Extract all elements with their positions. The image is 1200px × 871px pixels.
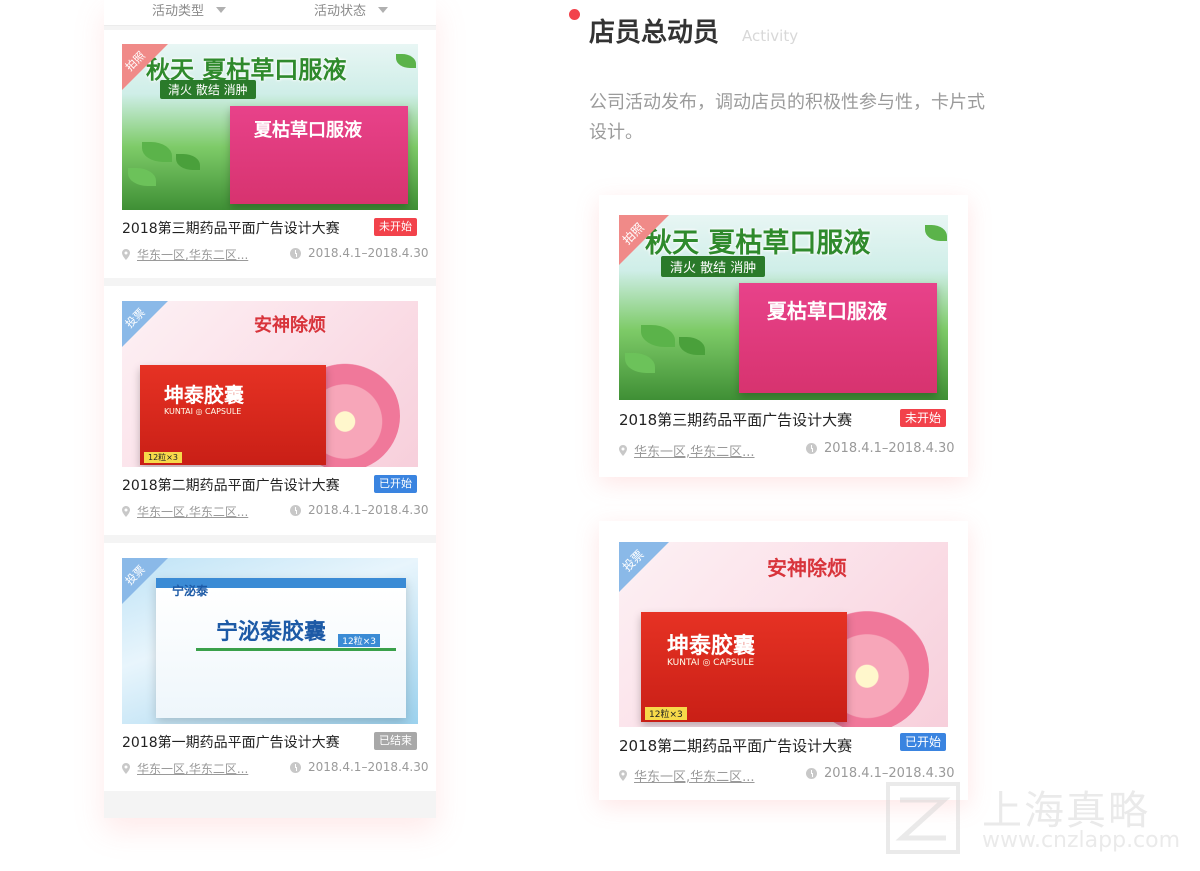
- poster-headline: 安神除烦: [254, 315, 326, 336]
- activity-poster-image: 秋天 夏枯草口服液 清火 散结 消肿 夏枯草口服液 拍照: [619, 215, 948, 400]
- product-box: 坤泰胶囊 KUNTAI ◎ CAPSULE 12粒×3: [641, 612, 847, 722]
- clock-icon: [806, 768, 817, 779]
- product-box-label: 坤泰胶囊: [667, 634, 756, 659]
- product-box: 夏枯草口服液: [739, 283, 937, 393]
- activity-location[interactable]: 华东一区,华东二区...: [619, 441, 755, 460]
- section-description: 公司活动发布，调动店员的积极性参与性，卡片式设计。: [589, 92, 985, 143]
- clock-icon: [290, 247, 301, 259]
- filter-activity-type[interactable]: 活动类型: [152, 0, 227, 19]
- filter-activity-type-label: 活动类型: [152, 4, 205, 19]
- activity-title: 2018第三期药品平面广告设计大赛: [122, 221, 340, 237]
- product-box-label: 夏枯草口服液: [254, 120, 362, 141]
- location-pin-icon: [122, 763, 130, 774]
- product-box: 宁泌泰 宁泌泰胶囊 12粒×3: [156, 578, 406, 718]
- date-text: 2018.4.1–2018.4.30: [824, 441, 955, 456]
- activity-title: 2018第一期药品平面广告设计大赛: [122, 735, 340, 751]
- location-text: 华东一区,华东二区...: [137, 762, 249, 776]
- section-title: 店员总动员: [589, 18, 720, 48]
- poster-subheadline: 清火 散结 消肿: [661, 256, 766, 277]
- product-box: 夏枯草口服液: [230, 106, 408, 204]
- date-text: 2018.4.1–2018.4.30: [308, 503, 429, 517]
- status-badge: 未开始: [374, 218, 417, 236]
- activity-poster-image: 宁泌泰 宁泌泰胶囊 12粒×3 投票: [122, 558, 418, 724]
- watermark: 上海真略 www.cnzlapp.com: [882, 778, 1182, 858]
- activity-title: 2018第二期药品平面广告设计大赛: [122, 478, 340, 494]
- leaf-decoration: [176, 154, 200, 170]
- date-text: 2018.4.1–2018.4.30: [308, 760, 429, 774]
- featured-activity-card[interactable]: 安神除烦 坤泰胶囊 KUNTAI ◎ CAPSULE 12粒×3 投票 2018…: [599, 521, 968, 800]
- product-count: 12粒×3: [645, 707, 687, 720]
- product-box-label: 夏枯草口服液: [767, 299, 887, 323]
- product-box-label: 坤泰胶囊: [164, 383, 244, 407]
- activity-poster-image: 安神除烦 坤泰胶囊 KUNTAI ◎ CAPSULE 12粒×3 投票: [122, 301, 418, 467]
- leaf-decoration: [925, 225, 947, 241]
- poster-headline: 安神除烦: [767, 556, 847, 580]
- location-pin-icon: [122, 249, 130, 260]
- location-text: 华东一区,华东二区...: [634, 770, 755, 785]
- poster-headline: 秋天 夏枯草口服液: [645, 228, 871, 259]
- caret-down-icon: [378, 6, 389, 13]
- leaf-decoration: [625, 353, 655, 373]
- filter-activity-status[interactable]: 活动状态: [314, 0, 389, 19]
- clock-icon: [290, 504, 301, 516]
- product-box-sublabel: KUNTAI ◎ CAPSULE: [164, 407, 242, 416]
- clock-icon: [806, 443, 817, 454]
- status-badge: 未开始: [900, 409, 947, 427]
- date-text: 2018.4.1–2018.4.30: [308, 246, 429, 260]
- section-subtitle: Activity: [742, 27, 799, 45]
- section-accent-dot: [569, 9, 580, 20]
- product-count: 12粒×3: [144, 452, 182, 463]
- leaf-decoration: [128, 168, 156, 186]
- activity-location[interactable]: 华东一区,华东二区...: [122, 503, 248, 520]
- status-badge: 已结束: [374, 732, 417, 750]
- activity-date: 2018.4.1–2018.4.30: [806, 441, 955, 456]
- phone-mockup: 活动类型 活动状态 秋天 夏枯草口服液 清火 散结 消肿 夏枯草口服液 拍照 2…: [104, 0, 436, 818]
- leaf-decoration: [641, 325, 675, 347]
- product-count: 12粒×3: [338, 634, 380, 647]
- activity-card[interactable]: 秋天 夏枯草口服液 清火 散结 消肿 夏枯草口服液 拍照 2018第三期药品平面…: [104, 30, 436, 278]
- leaf-decoration: [396, 54, 416, 68]
- location-pin-icon: [619, 770, 627, 781]
- location-text: 华东一区,华东二区...: [634, 445, 755, 460]
- activity-date: 2018.4.1–2018.4.30: [290, 760, 429, 774]
- poster-subheadline: 清火 散结 消肿: [160, 80, 256, 99]
- location-text: 华东一区,华东二区...: [137, 505, 249, 519]
- featured-activity-card[interactable]: 秋天 夏枯草口服液 清火 散结 消肿 夏枯草口服液 拍照 2018第三期药品平面…: [599, 195, 968, 477]
- activity-date: 2018.4.1–2018.4.30: [290, 503, 429, 517]
- filter-bar: 活动类型 活动状态: [104, 0, 436, 26]
- clock-icon: [290, 761, 301, 773]
- product-box-stripe: [196, 648, 396, 651]
- activity-card[interactable]: 宁泌泰 宁泌泰胶囊 12粒×3 投票 2018第一期药品平面广告设计大赛 已结束…: [104, 543, 436, 791]
- filter-activity-status-label: 活动状态: [314, 4, 367, 19]
- leaf-decoration: [679, 337, 705, 355]
- watermark-url: www.cnzlapp.com: [982, 828, 1181, 853]
- product-box-label: 宁泌泰胶囊: [216, 620, 327, 645]
- activity-location[interactable]: 华东一区,华东二区...: [619, 766, 755, 785]
- location-text: 华东一区,华东二区...: [137, 248, 249, 262]
- activity-location[interactable]: 华东一区,华东二区...: [122, 760, 248, 777]
- status-badge: 已开始: [374, 475, 417, 493]
- activity-poster-image: 秋天 夏枯草口服液 清火 散结 消肿 夏枯草口服液 拍照: [122, 44, 418, 210]
- activity-date: 2018.4.1–2018.4.30: [290, 246, 429, 260]
- caret-down-icon: [216, 6, 227, 13]
- activity-title: 2018第三期药品平面广告设计大赛: [619, 411, 853, 429]
- product-box-sublabel: KUNTAI ◎ CAPSULE: [667, 658, 755, 668]
- product-box: 坤泰胶囊 KUNTAI ◎ CAPSULE 12粒×3: [140, 365, 326, 465]
- location-pin-icon: [619, 445, 627, 456]
- activity-location[interactable]: 华东一区,华东二区...: [122, 246, 248, 263]
- location-pin-icon: [122, 506, 130, 517]
- activity-card[interactable]: 安神除烦 坤泰胶囊 KUNTAI ◎ CAPSULE 12粒×3 投票 2018…: [104, 286, 436, 535]
- leaf-decoration: [142, 142, 172, 162]
- activity-poster-image: 安神除烦 坤泰胶囊 KUNTAI ◎ CAPSULE 12粒×3 投票: [619, 542, 948, 727]
- status-badge: 已开始: [900, 733, 947, 751]
- watermark-logo: [886, 782, 960, 854]
- product-brand: 宁泌泰: [172, 584, 209, 598]
- activity-title: 2018第二期药品平面广告设计大赛: [619, 737, 853, 755]
